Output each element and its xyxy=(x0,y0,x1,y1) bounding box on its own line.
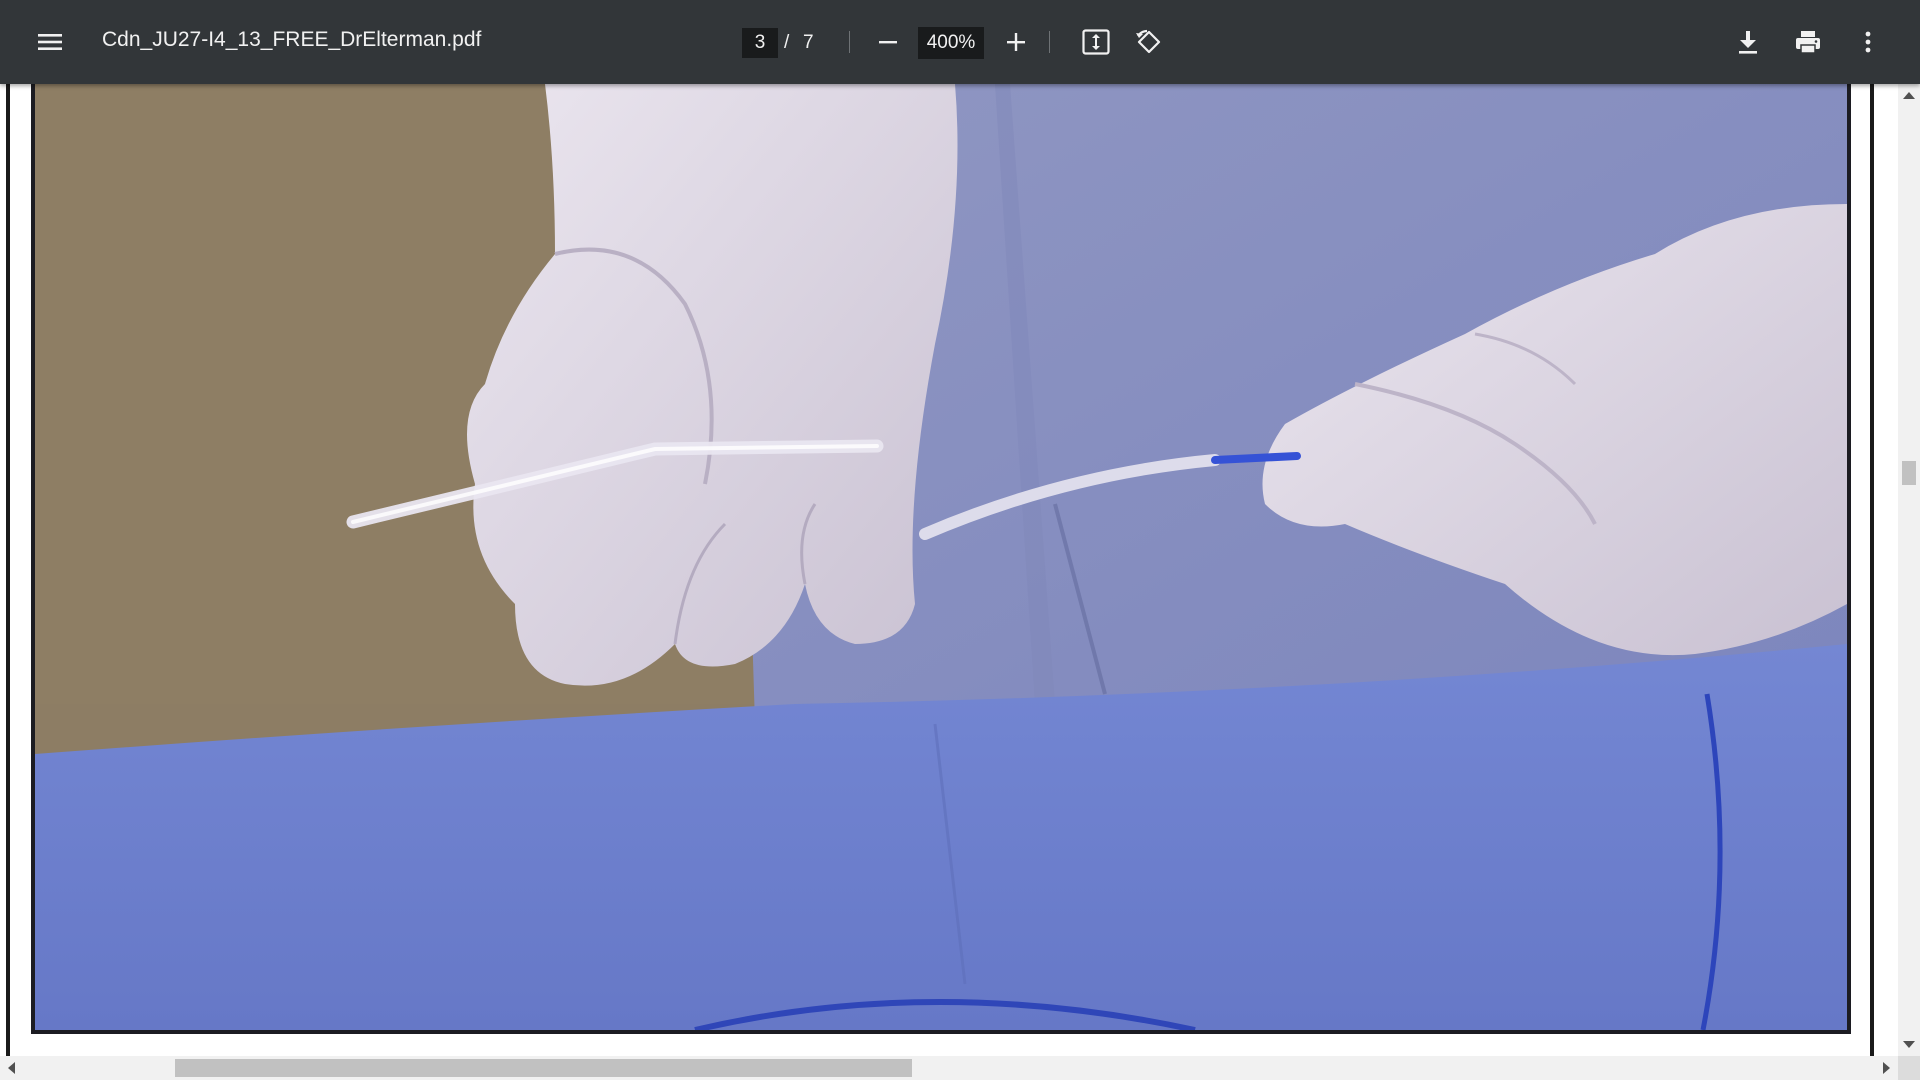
download-button[interactable] xyxy=(1728,22,1768,62)
toolbar-divider xyxy=(849,31,850,53)
menu-icon[interactable] xyxy=(30,22,70,62)
minus-icon xyxy=(879,41,897,44)
toolbar-divider xyxy=(1049,31,1050,53)
zoom-level-input[interactable] xyxy=(918,27,984,59)
zoom-in-button[interactable] xyxy=(996,22,1036,62)
horizontal-scroll-thumb[interactable] xyxy=(175,1059,912,1077)
plus-icon xyxy=(1007,33,1025,51)
total-pages: 7 xyxy=(803,32,814,53)
scroll-down-arrow-icon[interactable] xyxy=(1903,1041,1915,1048)
surgical-photo-image xyxy=(35,84,1847,1030)
horizontal-scrollbar[interactable] xyxy=(0,1056,1898,1080)
rotate-counterclockwise-icon xyxy=(1136,29,1161,54)
vertical-scrollbar[interactable] xyxy=(1898,84,1920,1056)
page-border-right xyxy=(1870,84,1874,1056)
print-button[interactable] xyxy=(1788,22,1828,62)
fit-to-page-icon xyxy=(1082,29,1110,55)
scroll-right-arrow-icon[interactable] xyxy=(1883,1062,1890,1074)
rotate-button[interactable] xyxy=(1129,22,1169,62)
zoom-out-button[interactable] xyxy=(868,22,908,62)
pdf-toolbar: Cdn_JU27-I4_13_FREE_DrElterman.pdf / 7 xyxy=(0,0,1920,84)
document-title: Cdn_JU27-I4_13_FREE_DrElterman.pdf xyxy=(102,28,482,51)
page-photo xyxy=(31,84,1851,1034)
pdf-viewer-area[interactable] xyxy=(0,84,1898,1056)
page-separator: / xyxy=(784,32,790,53)
current-page-input[interactable] xyxy=(742,28,778,58)
vertical-scroll-thumb[interactable] xyxy=(1902,461,1916,485)
page-border-left xyxy=(6,84,10,1056)
download-icon xyxy=(1739,31,1757,54)
fit-to-page-button[interactable] xyxy=(1076,22,1116,62)
more-vertical-icon xyxy=(1865,31,1871,53)
scroll-up-arrow-icon[interactable] xyxy=(1903,92,1915,99)
scroll-left-arrow-icon[interactable] xyxy=(8,1062,15,1074)
more-actions-button[interactable] xyxy=(1848,22,1888,62)
scrollbar-corner xyxy=(1898,1056,1920,1080)
print-icon xyxy=(1796,31,1820,54)
